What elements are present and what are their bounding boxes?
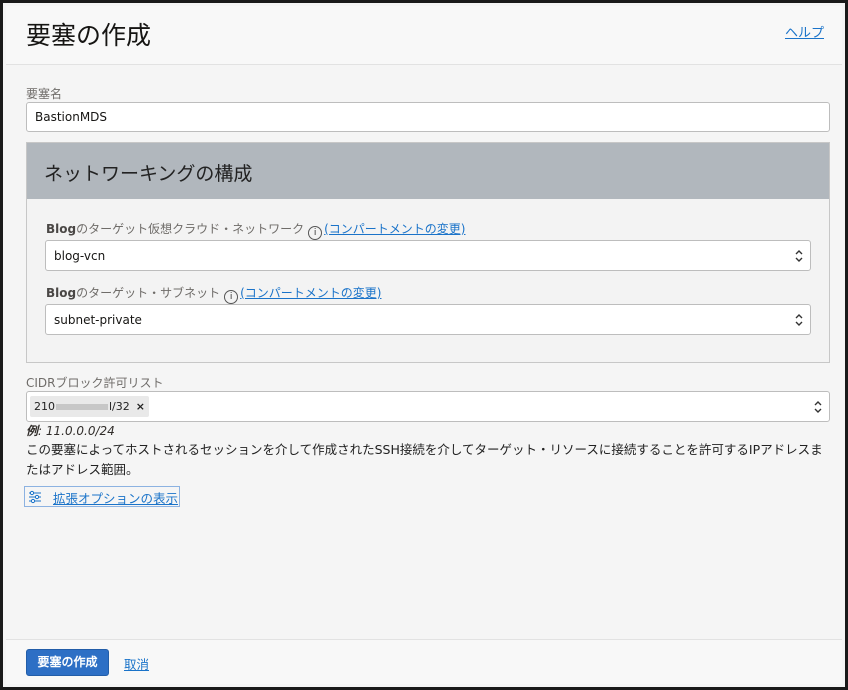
cidr-example-value: : 11.0.0.0/24 (38, 424, 115, 438)
cidr-example-label: 例 (26, 424, 39, 438)
cidr-description: この要塞によってホストされるセッションを介して作成されたSSH接続を介してターゲ… (26, 442, 823, 477)
bastion-name-label: 要塞名 (26, 87, 63, 101)
networking-section-header: ネットワーキングの構成 (27, 143, 829, 199)
sliders-icon (29, 490, 41, 504)
cancel-link[interactable]: 取消 (124, 654, 149, 673)
updown-icon (795, 249, 803, 262)
subnet-label-text: のターゲット・サブネット (76, 286, 221, 300)
vcn-select-value: blog-vcn (54, 248, 106, 263)
info-icon[interactable]: i (224, 290, 239, 304)
info-icon[interactable]: i (308, 226, 323, 240)
subnet-select-value: subnet-private (54, 312, 142, 327)
vcn-label: Blogのターゲット仮想クラウド・ネットワーク i (コンパートメントの変更) (46, 220, 465, 240)
page-footer: 要塞の作成 取消 (6, 639, 842, 684)
subnet-change-compartment-link[interactable]: (コンパートメントの変更) (240, 286, 381, 300)
create-bastion-button[interactable]: 要塞の作成 (26, 649, 109, 676)
remove-chip-icon[interactable]: × (136, 400, 145, 413)
redacted-mask (56, 404, 108, 410)
subnet-label: Blogのターゲット・サブネット i (コンパートメントの変更) (46, 284, 381, 304)
bastion-name-value: BastionMDS (35, 110, 108, 124)
updown-icon (814, 400, 822, 413)
subnet-select[interactable]: subnet-private (45, 304, 811, 335)
page-title: 要塞の作成 (26, 21, 152, 50)
cidr-chip-start: 210 (34, 400, 55, 413)
vcn-label-text: のターゲット仮想クラウド・ネットワーク (76, 222, 305, 236)
cidr-label: CIDRブロック許可リスト (26, 376, 164, 390)
cidr-chip-end: l/32 (109, 400, 130, 413)
vcn-label-prefix: Blog (46, 222, 77, 236)
bastion-name-input[interactable]: BastionMDS (26, 102, 830, 132)
show-advanced-options-link[interactable]: 拡張オプションの表示 (24, 486, 180, 507)
networking-section: ネットワーキングの構成 Blogのターゲット仮想クラウド・ネットワーク i (コンパ… (26, 142, 830, 363)
show-advanced-options-label: 拡張オプションの表示 (53, 491, 179, 506)
subnet-label-prefix: Blog (46, 286, 77, 300)
vcn-select[interactable]: blog-vcn (45, 240, 811, 271)
window-frame: 要塞の作成 ヘルプ 要塞名 BastionMDS ネットワーキングの構成 Blo… (0, 0, 848, 690)
cidr-chip: 210 l/32 × (30, 396, 149, 417)
cidr-example: 例: 11.0.0.0/24 (26, 422, 115, 439)
vcn-change-compartment-link[interactable]: (コンパートメントの変更) (324, 222, 465, 236)
help-link[interactable]: ヘルプ (785, 22, 824, 41)
networking-section-title: ネットワーキングの構成 (44, 163, 253, 185)
page-header: 要塞の作成 ヘルプ (6, 6, 842, 65)
updown-icon (795, 313, 803, 326)
cidr-allow-list-input[interactable]: 210 l/32 × (26, 391, 830, 422)
